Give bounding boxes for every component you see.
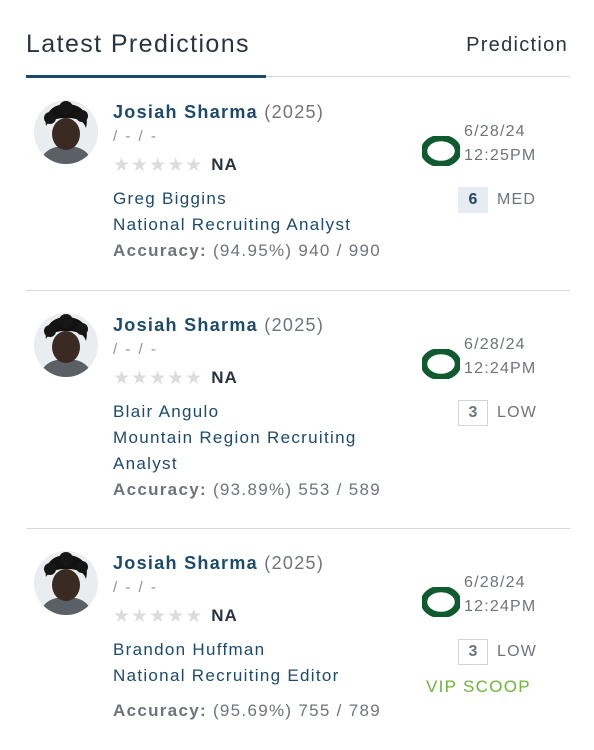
- prediction-time: 12:25PM: [464, 147, 537, 164]
- prediction-card[interactable]: Josiah Sharma (2025) / - / - ★ ★ ★ ★ ★ N…: [26, 78, 570, 291]
- rating-value: NA: [211, 155, 238, 174]
- player-meta: / - / -: [113, 341, 158, 358]
- analyst-accuracy: Accuracy: (95.69%) 755 / 789: [113, 698, 420, 724]
- oregon-o-logo: [422, 136, 460, 166]
- player-name[interactable]: Josiah Sharma: [113, 102, 258, 122]
- oregon-o-logo: [422, 349, 460, 379]
- accuracy-label: Accuracy:: [113, 480, 207, 499]
- oregon-o-logo: [422, 587, 460, 617]
- star-icon: ★: [167, 154, 185, 176]
- star-icon: ★: [149, 605, 167, 627]
- player-name-line[interactable]: Josiah Sharma (2025): [113, 100, 420, 124]
- player-meta: / - / -: [113, 579, 158, 596]
- rating-value: NA: [211, 368, 238, 387]
- prediction-time: 12:24PM: [464, 360, 537, 377]
- player-photo-icon: [34, 100, 98, 164]
- star-icon: ★: [131, 367, 149, 389]
- prediction-detail: 6/28/24 12:24PM 3 LOW VIP SCOOP: [420, 567, 570, 747]
- prediction-card[interactable]: Josiah Sharma (2025) / - / - ★ ★ ★ ★ ★ N…: [26, 529, 570, 749]
- star-icon: ★: [185, 605, 203, 627]
- star-icon: ★: [131, 154, 149, 176]
- star-rating: ★ ★ ★ ★ ★ NA: [113, 154, 420, 176]
- analyst-title: National Recruiting Analyst: [113, 215, 352, 234]
- class-year: (2025): [264, 315, 325, 335]
- accuracy-label: Accuracy:: [113, 241, 207, 260]
- prediction-timestamp: 6/28/24 12:24PM: [464, 333, 536, 381]
- player-name[interactable]: Josiah Sharma: [113, 553, 258, 573]
- analyst-accuracy: Accuracy: (94.95%) 940 / 990: [113, 238, 420, 264]
- star-icon: ★: [113, 367, 131, 389]
- star-rating: ★ ★ ★ ★ ★ NA: [113, 605, 420, 627]
- star-icon: ★: [167, 605, 185, 627]
- accuracy-value: (95.69%) 755 / 789: [212, 701, 381, 720]
- analyst-accuracy: Accuracy: (93.89%) 553 / 589: [113, 477, 420, 503]
- star-icon: ★: [167, 367, 185, 389]
- confidence-score: 3: [458, 639, 488, 665]
- star-icon: ★: [113, 154, 131, 176]
- accuracy-label: Accuracy:: [113, 701, 207, 720]
- analyst-name[interactable]: Brandon Huffman: [113, 637, 420, 663]
- analyst-name[interactable]: Greg Biggins: [113, 186, 420, 212]
- prediction-date: 6/28/24: [464, 336, 526, 353]
- accuracy-value: (93.89%) 553 / 589: [212, 480, 381, 499]
- vip-scoop-badge[interactable]: VIP SCOOP: [426, 675, 531, 699]
- predictions-header: Latest Predictions Prediction: [0, 0, 594, 80]
- player-avatar[interactable]: [34, 313, 98, 377]
- star-icon: ★: [113, 605, 131, 627]
- analyst-title: Mountain Region Recruiting Analyst: [113, 428, 357, 473]
- player-meta: / - / -: [113, 128, 158, 145]
- star-icon: ★: [149, 154, 167, 176]
- confidence-score: 6: [458, 187, 488, 213]
- confidence-score: 3: [458, 400, 488, 426]
- prediction-date: 6/28/24: [464, 123, 526, 140]
- prediction-timestamp: 6/28/24 12:25PM: [464, 120, 536, 168]
- analyst-info[interactable]: Blair Angulo Mountain Region Recruiting …: [113, 399, 420, 477]
- prediction-card[interactable]: Josiah Sharma (2025) / - / - ★ ★ ★ ★ ★ N…: [26, 291, 570, 529]
- prediction-detail: 6/28/24 12:25PM 6 MED: [420, 116, 570, 296]
- player-avatar[interactable]: [34, 551, 98, 615]
- player-photo-icon: [34, 551, 98, 615]
- player-name[interactable]: Josiah Sharma: [113, 315, 258, 335]
- confidence-label: LOW: [497, 643, 538, 660]
- analyst-name[interactable]: Blair Angulo: [113, 399, 420, 425]
- player-avatar[interactable]: [34, 100, 98, 164]
- analyst-info[interactable]: Greg Biggins National Recruiting Analyst: [113, 186, 420, 238]
- page-title: Latest Predictions: [26, 30, 250, 58]
- prediction-detail: 6/28/24 12:24PM 3 LOW: [420, 329, 570, 509]
- analyst-title: National Recruiting Editor: [113, 666, 340, 685]
- player-photo-icon: [34, 313, 98, 377]
- star-icon: ★: [185, 367, 203, 389]
- star-icon: ★: [131, 605, 149, 627]
- prediction-column-label: Prediction: [466, 34, 568, 56]
- star-icon: ★: [149, 367, 167, 389]
- prediction-date: 6/28/24: [464, 574, 526, 591]
- analyst-info[interactable]: Brandon Huffman National Recruiting Edit…: [113, 637, 420, 689]
- rating-value: NA: [211, 606, 238, 625]
- star-rating: ★ ★ ★ ★ ★ NA: [113, 367, 420, 389]
- class-year: (2025): [264, 553, 325, 573]
- accuracy-value: (94.95%) 940 / 990: [212, 241, 381, 260]
- class-year: (2025): [264, 102, 325, 122]
- player-name-line[interactable]: Josiah Sharma (2025): [113, 313, 420, 337]
- confidence-label: MED: [497, 191, 537, 208]
- star-icon: ★: [185, 154, 203, 176]
- prediction-timestamp: 6/28/24 12:24PM: [464, 571, 536, 619]
- confidence-label: LOW: [497, 404, 538, 421]
- player-name-line[interactable]: Josiah Sharma (2025): [113, 551, 420, 575]
- prediction-time: 12:24PM: [464, 598, 537, 615]
